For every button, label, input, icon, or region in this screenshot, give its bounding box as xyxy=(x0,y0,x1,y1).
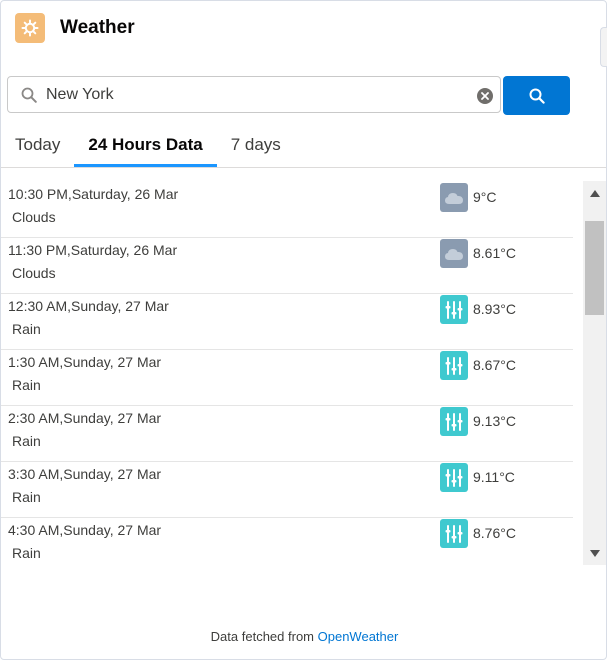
forecast-time: 10:30 PM,Saturday, 26 Mar xyxy=(8,186,179,202)
forecast-time: 12:30 AM,Sunday, 27 Mar xyxy=(8,298,169,314)
tab-today[interactable]: Today xyxy=(1,129,74,166)
forecast-time: 11:30 PM,Saturday, 26 Mar xyxy=(8,242,178,258)
forecast-temp: 8.61°C xyxy=(473,245,516,261)
forecast-time: 1:30 AM,Sunday, 27 Mar xyxy=(8,354,162,370)
forecast-row: 2:30 AM,Sunday, 27 Mar Rain 9.13°C xyxy=(1,405,573,462)
forecast-row: 3:30 AM,Sunday, 27 Mar Rain 9.11°C xyxy=(1,461,573,518)
search-box[interactable] xyxy=(7,76,501,113)
clouds-icon xyxy=(440,183,468,212)
forecast-temp: 9.13°C xyxy=(473,413,516,429)
forecast-row: 11:30 PM,Saturday, 26 Mar Clouds 8.61°C xyxy=(1,237,573,294)
app-title: Weather xyxy=(60,17,135,38)
forecast-condition: Rain xyxy=(12,377,41,393)
forecast-time: 4:30 AM,Sunday, 27 Mar xyxy=(8,522,162,538)
rain-icon xyxy=(440,295,468,324)
forecast-row: 4:30 AM,Sunday, 27 Mar Rain 8.76°C xyxy=(1,517,573,565)
search-icon xyxy=(529,88,545,104)
tab-bar: Today 24 Hours Data 7 days xyxy=(1,129,606,168)
forecast-condition: Rain xyxy=(12,321,41,337)
clear-search-icon[interactable] xyxy=(477,88,493,104)
forecast-time: 3:30 AM,Sunday, 27 Mar xyxy=(8,466,162,482)
forecast-scrollbar[interactable] xyxy=(583,181,606,565)
forecast-row: 1:30 AM,Sunday, 27 Mar Rain 8.67°C xyxy=(1,349,573,406)
rain-icon xyxy=(440,351,468,380)
rain-icon xyxy=(440,463,468,492)
scroll-down-arrow-icon[interactable] xyxy=(583,541,606,565)
forecast-temp: 8.67°C xyxy=(473,357,516,373)
search-icon xyxy=(21,87,37,108)
clouds-icon xyxy=(440,239,468,268)
forecast-row: 10:30 PM,Saturday, 26 Mar Clouds 9°C xyxy=(1,181,573,238)
rain-icon xyxy=(440,407,468,436)
attribution-text: Data fetched from xyxy=(210,629,314,644)
attribution-footer: Data fetched from OpenWeather xyxy=(1,629,607,644)
openweather-link[interactable]: OpenWeather xyxy=(318,629,399,644)
rain-icon xyxy=(440,519,468,548)
city-search-input[interactable] xyxy=(46,77,466,112)
weather-card: Weather Today 24 Hours Data 7 days 10 xyxy=(0,0,607,660)
search-button[interactable] xyxy=(503,76,570,115)
side-panel-handle[interactable] xyxy=(600,27,607,67)
forecast-temp: 9°C xyxy=(473,189,497,205)
tab-24-hours-data[interactable]: 24 Hours Data xyxy=(74,129,218,167)
tab-7-days[interactable]: 7 days xyxy=(217,129,295,166)
card-header: Weather xyxy=(15,13,135,43)
forecast-temp: 9.11°C xyxy=(473,469,515,485)
forecast-condition: Clouds xyxy=(12,265,56,281)
forecast-list[interactable]: 10:30 PM,Saturday, 26 Mar Clouds 9°C 11:… xyxy=(1,181,574,565)
scroll-up-arrow-icon[interactable] xyxy=(583,181,606,205)
forecast-row: 12:30 AM,Sunday, 27 Mar Rain 8.93°C xyxy=(1,293,573,350)
forecast-time: 2:30 AM,Sunday, 27 Mar xyxy=(8,410,162,426)
forecast-condition: Rain xyxy=(12,545,41,561)
forecast-temp: 8.76°C xyxy=(473,525,516,541)
forecast-condition: Clouds xyxy=(12,209,56,225)
scrollbar-thumb[interactable] xyxy=(585,221,604,315)
forecast-condition: Rain xyxy=(12,489,41,505)
forecast-condition: Rain xyxy=(12,433,41,449)
forecast-temp: 8.93°C xyxy=(473,301,516,317)
sun-gear-icon xyxy=(15,13,45,43)
